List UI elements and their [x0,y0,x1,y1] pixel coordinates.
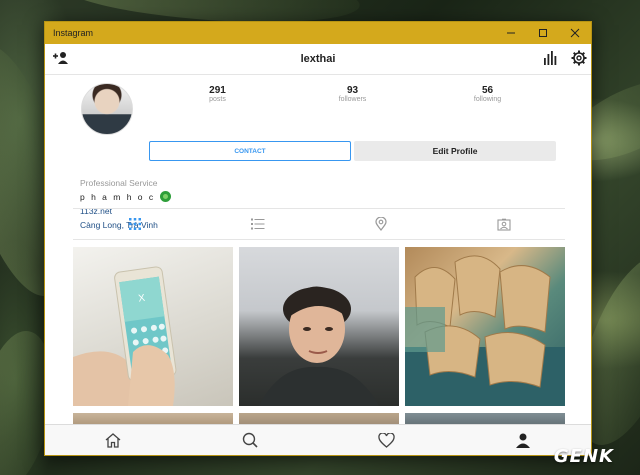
instagram-window: Instagram lexthai 291 posts 93 followers… [44,21,592,456]
stat-following[interactable]: 56 following [420,86,555,104]
nav-activity[interactable] [318,432,455,448]
profile-stats: 291 posts 93 followers 56 following [150,86,555,104]
add-user-icon[interactable] [51,50,69,71]
edit-profile-button[interactable]: Edit Profile [354,141,556,161]
close-icon [570,28,580,38]
bio-name-line: p h a m h o c [80,190,171,204]
stat-number: 56 [481,85,494,96]
window-title: Instagram [53,28,94,38]
contact-button[interactable]: CONTACT [149,141,351,161]
stat-label: posts [209,96,226,103]
stat-label: following [473,96,502,103]
heart-icon [378,432,395,448]
stat-posts[interactable]: 291 posts [150,86,285,104]
nav-search[interactable] [182,432,319,448]
nav-home[interactable] [45,432,182,448]
bio-name: p h a m h o c [80,192,156,202]
tab-list[interactable] [196,218,319,230]
maximize-button[interactable] [527,22,559,44]
bio-category: Professional Service [80,178,158,188]
photo-tile-food[interactable] [405,247,565,406]
photo-rice-paper-food [405,255,565,406]
tagged-person-icon [496,218,511,231]
tab-tagged[interactable] [442,218,565,231]
profile-username: lexthai [300,53,336,65]
avatar[interactable] [81,83,133,135]
genk-watermark-logo: GENK [553,446,614,467]
location-pin-icon [374,217,387,231]
stat-number: 93 [346,85,359,96]
close-button[interactable] [559,22,591,44]
grid-icon [128,218,141,230]
four-leaf-clover-icon [159,191,171,202]
insights-icon[interactable] [543,50,557,71]
minimize-icon [507,32,515,34]
list-icon [250,218,264,230]
profile-icon [515,433,530,448]
tab-grid[interactable] [73,218,196,230]
photo-hand-holding-phone: X [73,266,177,406]
minimize-button[interactable] [495,22,527,44]
photo-tile-phone[interactable]: X [73,247,233,406]
maximize-icon [539,29,547,37]
profile-view-tabs [73,208,565,240]
photo-portrait [259,286,379,406]
app-header: lexthai [45,44,591,75]
stat-followers[interactable]: 93 followers [285,86,420,104]
bottom-navigation [45,424,591,455]
profile-header: 291 posts 93 followers 56 following CONT… [45,75,591,230]
settings-gear-icon[interactable] [571,50,587,71]
home-icon [105,433,121,448]
title-bar: Instagram [45,22,591,44]
photo-tile-selfie[interactable] [239,247,399,406]
tab-location[interactable] [319,217,442,231]
stat-number: 291 [209,85,226,96]
stat-label: followers [338,96,367,103]
search-icon [242,432,258,448]
